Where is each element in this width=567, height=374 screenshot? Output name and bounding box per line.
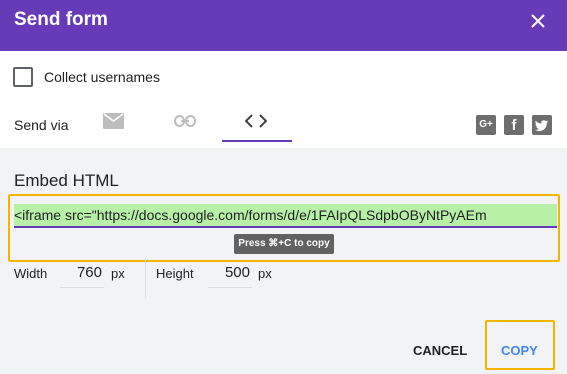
copy-button[interactable]: COPY: [501, 343, 538, 358]
width-label: Width: [14, 266, 48, 281]
link-icon: [174, 115, 196, 127]
tab-embed[interactable]: [222, 104, 292, 142]
embed-code-icon: [245, 114, 267, 128]
width-input[interactable]: 760: [60, 262, 104, 288]
mail-icon: [103, 113, 124, 129]
send-via-label: Send via: [14, 117, 69, 133]
tab-link[interactable]: [150, 104, 220, 142]
collect-usernames-checkbox[interactable]: [13, 67, 33, 87]
width-unit: px: [111, 266, 125, 281]
facebook-icon[interactable]: f: [504, 115, 524, 135]
send-form-dialog: Send form Collect usernames Send via G+ …: [0, 0, 567, 374]
height-unit: px: [258, 266, 272, 281]
cancel-button[interactable]: CANCEL: [413, 343, 467, 358]
height-input[interactable]: 500: [208, 262, 252, 288]
height-label: Height: [156, 266, 194, 281]
selected-tab-indicator: [222, 140, 292, 142]
dimension-divider: [145, 258, 146, 298]
copy-shortcut-tooltip: Press ⌘+C to copy: [234, 234, 334, 254]
tab-email[interactable]: [80, 104, 150, 142]
twitter-icon[interactable]: [532, 115, 552, 135]
embed-html-title: Embed HTML: [14, 171, 119, 190]
collect-usernames-label: Collect usernames: [44, 69, 160, 85]
dialog-title: Send form: [14, 9, 108, 30]
google-plus-icon[interactable]: G+: [476, 115, 496, 135]
close-icon[interactable]: [526, 9, 550, 33]
dialog-header: Send form: [0, 0, 567, 51]
